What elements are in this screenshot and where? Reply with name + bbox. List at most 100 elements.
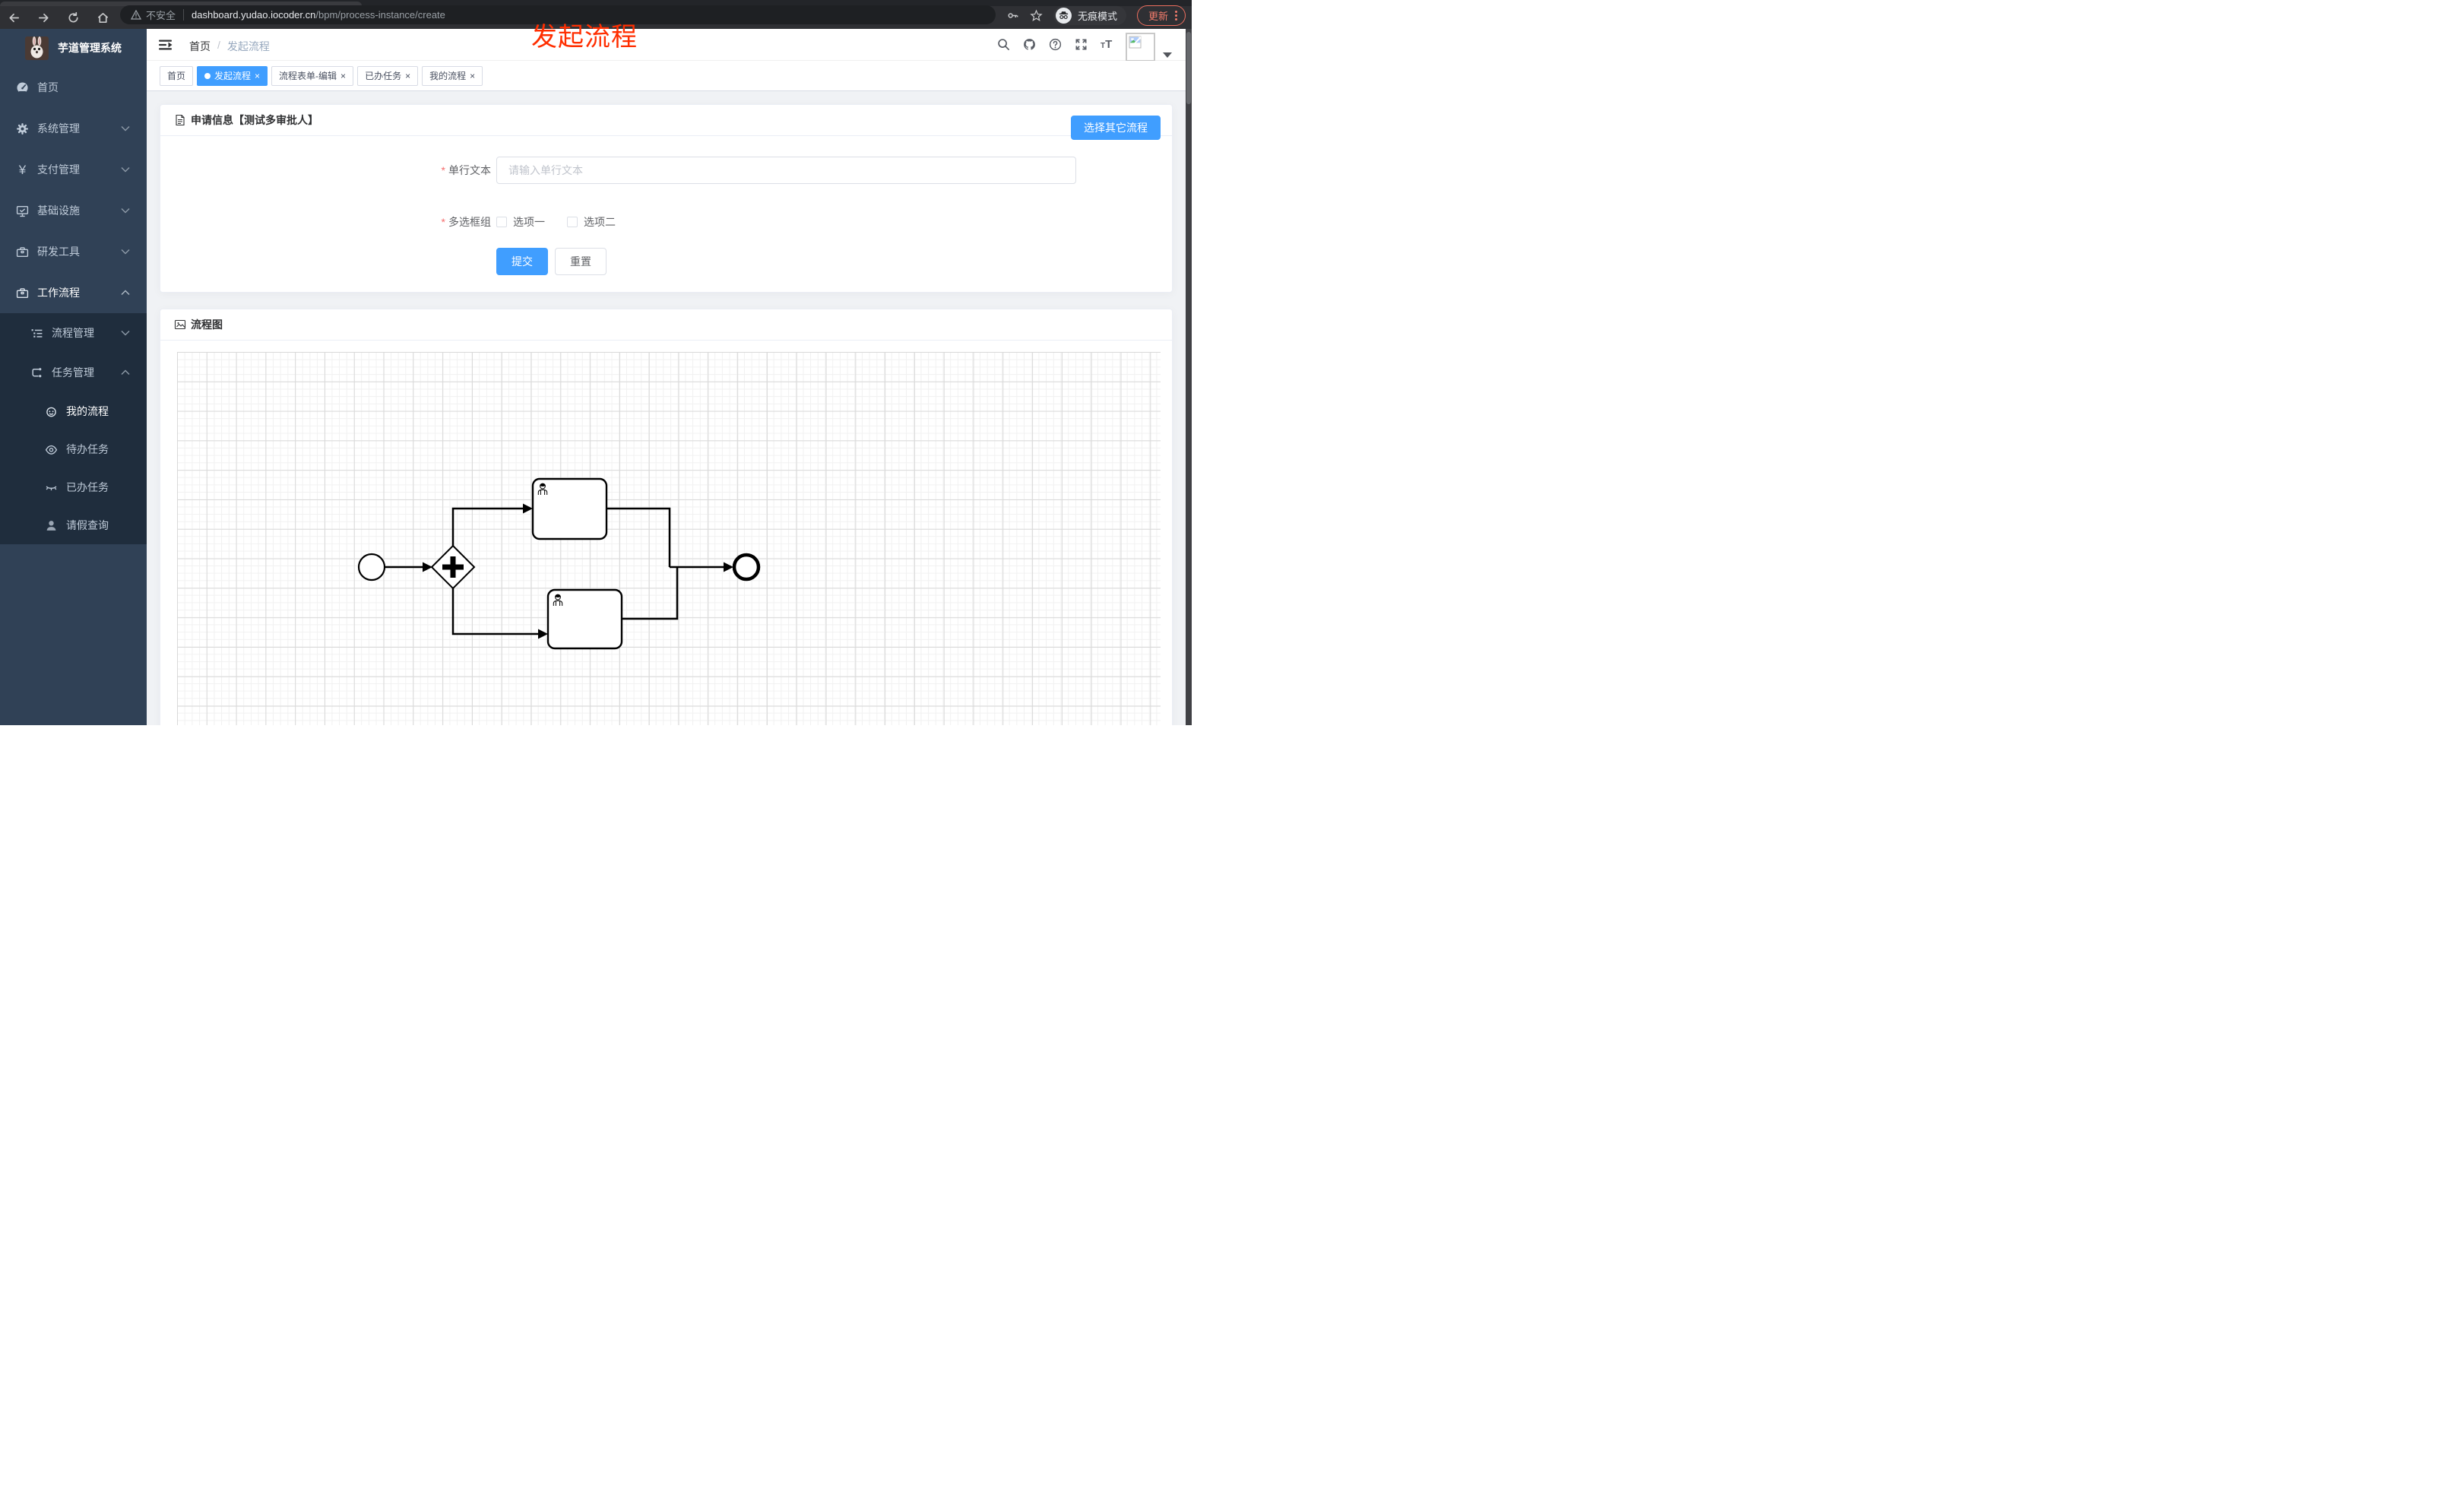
not-secure-warning-icon (131, 10, 141, 20)
sidebar-item-home[interactable]: 首页 (0, 67, 147, 108)
sidebar-item-devtools[interactable]: 研发工具 (0, 231, 147, 272)
chevron-down-icon (121, 125, 130, 132)
breadcrumb-current: 发起流程 (226, 40, 270, 52)
close-icon[interactable]: × (340, 71, 346, 81)
toolbox-icon (16, 246, 29, 258)
checkbox-icon[interactable] (567, 217, 578, 227)
broken-image-icon (1129, 36, 1142, 49)
required-asterisk: * (441, 164, 445, 176)
single-line-text-input[interactable] (496, 157, 1076, 184)
sidebar-logo[interactable]: 芋道管理系统 (0, 29, 147, 67)
font-size-icon[interactable]: TT (1101, 38, 1113, 51)
url-separator (183, 9, 185, 21)
browser-scrollbar[interactable] (1186, 29, 1192, 725)
sidebar-collapse-icon[interactable] (159, 39, 173, 51)
user-task-node-1-1[interactable] (531, 477, 608, 540)
bpmn-canvas[interactable] (177, 352, 1161, 725)
eye-closed-icon (45, 481, 58, 494)
breadcrumb: 首页 / 发起流程 (189, 39, 270, 54)
home-icon[interactable] (97, 11, 109, 24)
sidebar-item-workflow[interactable]: 工作流程 (0, 272, 147, 313)
github-icon[interactable] (1023, 38, 1036, 51)
chevron-down-icon (121, 166, 130, 173)
checkbox-icon[interactable] (496, 217, 507, 227)
close-icon[interactable]: × (255, 71, 260, 81)
document-icon (176, 114, 185, 126)
user-task-node-1-2[interactable] (546, 588, 623, 650)
tag-form-edit[interactable]: 流程表单-编辑 × (271, 65, 354, 86)
incognito-icon (1055, 7, 1072, 24)
sidebar-item-leave-query[interactable]: 请假查询 (0, 506, 147, 544)
sidebar-item-todo-tasks[interactable]: 待办任务 (0, 430, 147, 468)
app-header: 首页 / 发起流程 TT (147, 29, 1186, 62)
gear-icon (16, 122, 29, 135)
sidebar-item-task-mgmt[interactable]: 任务管理 (0, 353, 147, 392)
sidebar-item-label: 请假查询 (66, 519, 109, 531)
tag-label: 发起流程 (214, 71, 252, 81)
sidebar-item-label: 支付管理 (37, 163, 80, 176)
workflow-submenu: 流程管理 任务管理 我的流程 待办任务 已办任务 请假查询 (0, 313, 147, 544)
checkbox-option-2[interactable]: 选项二 (567, 208, 616, 236)
main-area: 首页 / 发起流程 TT 首页 发起流程 × 流程表单-编辑 × 已办任务 × 我的流… (147, 29, 1186, 725)
help-icon[interactable] (1049, 38, 1062, 51)
apply-card-title: 申请信息【测试多审批人】 (191, 114, 318, 126)
active-dot-icon (204, 72, 211, 79)
close-icon[interactable]: × (405, 71, 410, 81)
page-content: 申请信息【测试多审批人】 选择其它流程 *单行文本 *多选框组 选项一 选项二 … (147, 91, 1186, 725)
sidebar-item-label: 流程管理 (52, 327, 94, 339)
incognito-badge: 无痕模式 (1053, 5, 1126, 25)
sidebar-item-infrastructure[interactable]: 基础设施 (0, 190, 147, 231)
url-bar[interactable]: 不安全 dashboard.yudao.iocoder.cn/bpm/proce… (120, 5, 996, 24)
start-event-node[interactable] (357, 553, 386, 582)
choose-other-process-button[interactable]: 选择其它流程 (1071, 116, 1161, 140)
not-secure-label: 不安全 (146, 10, 176, 21)
reload-icon[interactable] (67, 11, 80, 24)
scrollbar-thumb[interactable] (1186, 32, 1191, 104)
back-icon[interactable] (8, 11, 21, 24)
chevron-down-icon (121, 208, 130, 214)
sidebar-item-label: 我的流程 (66, 405, 109, 417)
password-key-icon[interactable] (1006, 9, 1019, 22)
end-event-node[interactable] (732, 553, 761, 582)
checkbox-option-1[interactable]: 选项一 (496, 208, 545, 236)
parallel-gateway-node[interactable] (430, 544, 476, 590)
forward-icon[interactable] (37, 11, 50, 24)
avatar[interactable] (1126, 33, 1155, 62)
tag-home[interactable]: 首页 (160, 65, 194, 86)
sidebar-item-system[interactable]: 系统管理 (0, 108, 147, 149)
tag-view-bar: 首页 发起流程 × 流程表单-编辑 × 已办任务 × 我的流程 × (147, 61, 1186, 91)
sidebar-item-label: 系统管理 (37, 122, 80, 135)
submit-button[interactable]: 提交 (496, 248, 548, 275)
diagram-card-header: 流程图 (160, 309, 1172, 341)
avatar-caret-icon[interactable] (1163, 52, 1172, 58)
fullscreen-icon[interactable] (1075, 38, 1088, 51)
tag-label: 流程表单-编辑 (279, 71, 337, 81)
browser-menu-icon[interactable] (1175, 10, 1177, 21)
process-diagram-card: 流程图 (160, 309, 1173, 725)
close-icon[interactable]: × (470, 71, 475, 81)
tag-create-process[interactable]: 发起流程 × (197, 65, 268, 86)
sidebar: 芋道管理系统 首页 系统管理 ¥ 支付管理 基础设施 研发工具 工作流程 流程管… (0, 29, 147, 725)
tag-done-tasks[interactable]: 已办任务 × (357, 65, 419, 86)
annotation-text: 发起流程 (531, 23, 638, 52)
yen-icon: ¥ (18, 162, 27, 177)
sidebar-item-done-tasks[interactable]: 已办任务 (0, 468, 147, 506)
update-label: 更新 (1148, 10, 1168, 22)
sidebar-item-my-process[interactable]: 我的流程 (0, 392, 147, 430)
tree-list-icon (30, 327, 43, 340)
sidebar-item-process-mgmt[interactable]: 流程管理 (0, 313, 147, 353)
toolbox-icon (16, 287, 29, 299)
reset-button[interactable]: 重置 (555, 248, 606, 275)
eye-icon (45, 443, 58, 456)
tag-my-process[interactable]: 我的流程 × (422, 65, 483, 86)
sidebar-item-payment[interactable]: ¥ 支付管理 (0, 149, 147, 190)
checkbox-label: 选项二 (584, 216, 616, 228)
tag-label: 已办任务 (365, 71, 402, 81)
flow-node-icon (30, 366, 43, 379)
update-button[interactable]: 更新 (1136, 5, 1186, 26)
search-icon[interactable] (997, 38, 1010, 51)
bookmark-star-icon[interactable] (1030, 8, 1043, 22)
chevron-down-icon (121, 249, 130, 255)
breadcrumb-home[interactable]: 首页 (189, 39, 211, 54)
url-path: /bpm/process-instance/create (315, 9, 445, 21)
